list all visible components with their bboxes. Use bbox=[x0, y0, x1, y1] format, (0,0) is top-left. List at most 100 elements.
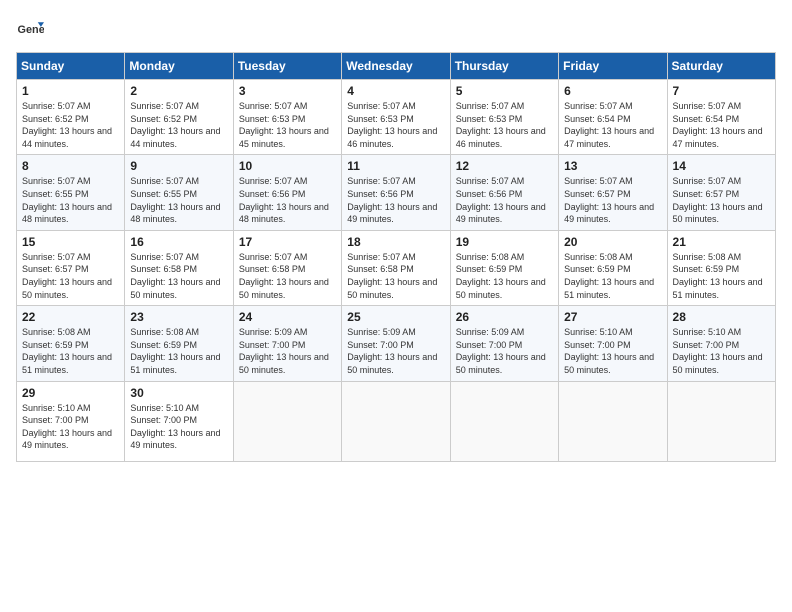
day-number: 28 bbox=[673, 310, 770, 324]
calendar-cell: 5 Sunrise: 5:07 AMSunset: 6:53 PMDayligh… bbox=[450, 80, 558, 155]
day-info: Sunrise: 5:08 AMSunset: 6:59 PMDaylight:… bbox=[456, 252, 546, 300]
logo-icon: General bbox=[16, 16, 44, 44]
day-info: Sunrise: 5:07 AMSunset: 6:53 PMDaylight:… bbox=[456, 101, 546, 149]
day-number: 20 bbox=[564, 235, 661, 249]
day-info: Sunrise: 5:10 AMSunset: 7:00 PMDaylight:… bbox=[130, 403, 220, 451]
day-number: 15 bbox=[22, 235, 119, 249]
calendar-cell: 8 Sunrise: 5:07 AMSunset: 6:55 PMDayligh… bbox=[17, 155, 125, 230]
calendar-cell: 24 Sunrise: 5:09 AMSunset: 7:00 PMDaylig… bbox=[233, 306, 341, 381]
day-info: Sunrise: 5:07 AMSunset: 6:54 PMDaylight:… bbox=[564, 101, 654, 149]
calendar-cell: 26 Sunrise: 5:09 AMSunset: 7:00 PMDaylig… bbox=[450, 306, 558, 381]
calendar-cell: 2 Sunrise: 5:07 AMSunset: 6:52 PMDayligh… bbox=[125, 80, 233, 155]
day-info: Sunrise: 5:07 AMSunset: 6:56 PMDaylight:… bbox=[239, 176, 329, 224]
day-info: Sunrise: 5:07 AMSunset: 6:58 PMDaylight:… bbox=[239, 252, 329, 300]
calendar-cell: 3 Sunrise: 5:07 AMSunset: 6:53 PMDayligh… bbox=[233, 80, 341, 155]
weekday-header-wednesday: Wednesday bbox=[342, 53, 450, 80]
weekday-header-sunday: Sunday bbox=[17, 53, 125, 80]
calendar-cell: 14 Sunrise: 5:07 AMSunset: 6:57 PMDaylig… bbox=[667, 155, 775, 230]
day-info: Sunrise: 5:07 AMSunset: 6:58 PMDaylight:… bbox=[130, 252, 220, 300]
day-number: 23 bbox=[130, 310, 227, 324]
day-number: 19 bbox=[456, 235, 553, 249]
weekday-header-tuesday: Tuesday bbox=[233, 53, 341, 80]
day-number: 26 bbox=[456, 310, 553, 324]
calendar-cell: 28 Sunrise: 5:10 AMSunset: 7:00 PMDaylig… bbox=[667, 306, 775, 381]
calendar-cell bbox=[233, 381, 341, 461]
day-info: Sunrise: 5:07 AMSunset: 6:54 PMDaylight:… bbox=[673, 101, 763, 149]
calendar-cell: 1 Sunrise: 5:07 AMSunset: 6:52 PMDayligh… bbox=[17, 80, 125, 155]
day-number: 4 bbox=[347, 84, 444, 98]
day-number: 18 bbox=[347, 235, 444, 249]
day-info: Sunrise: 5:07 AMSunset: 6:57 PMDaylight:… bbox=[564, 176, 654, 224]
calendar-cell bbox=[342, 381, 450, 461]
calendar-cell: 15 Sunrise: 5:07 AMSunset: 6:57 PMDaylig… bbox=[17, 230, 125, 305]
day-info: Sunrise: 5:08 AMSunset: 6:59 PMDaylight:… bbox=[22, 327, 112, 375]
day-info: Sunrise: 5:08 AMSunset: 6:59 PMDaylight:… bbox=[673, 252, 763, 300]
day-info: Sunrise: 5:07 AMSunset: 6:55 PMDaylight:… bbox=[22, 176, 112, 224]
day-number: 24 bbox=[239, 310, 336, 324]
calendar-cell: 21 Sunrise: 5:08 AMSunset: 6:59 PMDaylig… bbox=[667, 230, 775, 305]
calendar-cell: 19 Sunrise: 5:08 AMSunset: 6:59 PMDaylig… bbox=[450, 230, 558, 305]
calendar-cell: 25 Sunrise: 5:09 AMSunset: 7:00 PMDaylig… bbox=[342, 306, 450, 381]
day-info: Sunrise: 5:09 AMSunset: 7:00 PMDaylight:… bbox=[239, 327, 329, 375]
day-info: Sunrise: 5:07 AMSunset: 6:58 PMDaylight:… bbox=[347, 252, 437, 300]
day-number: 7 bbox=[673, 84, 770, 98]
day-info: Sunrise: 5:07 AMSunset: 6:57 PMDaylight:… bbox=[22, 252, 112, 300]
calendar-cell: 22 Sunrise: 5:08 AMSunset: 6:59 PMDaylig… bbox=[17, 306, 125, 381]
day-info: Sunrise: 5:08 AMSunset: 6:59 PMDaylight:… bbox=[564, 252, 654, 300]
calendar-cell: 4 Sunrise: 5:07 AMSunset: 6:53 PMDayligh… bbox=[342, 80, 450, 155]
calendar-cell: 17 Sunrise: 5:07 AMSunset: 6:58 PMDaylig… bbox=[233, 230, 341, 305]
day-info: Sunrise: 5:07 AMSunset: 6:57 PMDaylight:… bbox=[673, 176, 763, 224]
day-number: 17 bbox=[239, 235, 336, 249]
day-number: 12 bbox=[456, 159, 553, 173]
day-info: Sunrise: 5:07 AMSunset: 6:53 PMDaylight:… bbox=[347, 101, 437, 149]
day-number: 8 bbox=[22, 159, 119, 173]
calendar-cell: 23 Sunrise: 5:08 AMSunset: 6:59 PMDaylig… bbox=[125, 306, 233, 381]
calendar: SundayMondayTuesdayWednesdayThursdayFrid… bbox=[16, 52, 776, 462]
day-number: 14 bbox=[673, 159, 770, 173]
day-info: Sunrise: 5:09 AMSunset: 7:00 PMDaylight:… bbox=[347, 327, 437, 375]
day-info: Sunrise: 5:08 AMSunset: 6:59 PMDaylight:… bbox=[130, 327, 220, 375]
day-info: Sunrise: 5:07 AMSunset: 6:55 PMDaylight:… bbox=[130, 176, 220, 224]
day-number: 30 bbox=[130, 386, 227, 400]
calendar-cell: 27 Sunrise: 5:10 AMSunset: 7:00 PMDaylig… bbox=[559, 306, 667, 381]
day-number: 9 bbox=[130, 159, 227, 173]
day-number: 1 bbox=[22, 84, 119, 98]
calendar-cell: 10 Sunrise: 5:07 AMSunset: 6:56 PMDaylig… bbox=[233, 155, 341, 230]
day-number: 10 bbox=[239, 159, 336, 173]
day-info: Sunrise: 5:10 AMSunset: 7:00 PMDaylight:… bbox=[22, 403, 112, 451]
day-number: 13 bbox=[564, 159, 661, 173]
day-number: 5 bbox=[456, 84, 553, 98]
day-number: 3 bbox=[239, 84, 336, 98]
day-info: Sunrise: 5:07 AMSunset: 6:56 PMDaylight:… bbox=[456, 176, 546, 224]
calendar-cell: 11 Sunrise: 5:07 AMSunset: 6:56 PMDaylig… bbox=[342, 155, 450, 230]
day-info: Sunrise: 5:10 AMSunset: 7:00 PMDaylight:… bbox=[564, 327, 654, 375]
calendar-cell: 6 Sunrise: 5:07 AMSunset: 6:54 PMDayligh… bbox=[559, 80, 667, 155]
day-number: 6 bbox=[564, 84, 661, 98]
day-info: Sunrise: 5:10 AMSunset: 7:00 PMDaylight:… bbox=[673, 327, 763, 375]
day-number: 27 bbox=[564, 310, 661, 324]
calendar-cell: 9 Sunrise: 5:07 AMSunset: 6:55 PMDayligh… bbox=[125, 155, 233, 230]
day-number: 21 bbox=[673, 235, 770, 249]
day-info: Sunrise: 5:07 AMSunset: 6:56 PMDaylight:… bbox=[347, 176, 437, 224]
day-number: 29 bbox=[22, 386, 119, 400]
day-info: Sunrise: 5:07 AMSunset: 6:52 PMDaylight:… bbox=[22, 101, 112, 149]
svg-text:General: General bbox=[18, 24, 44, 36]
calendar-cell: 30 Sunrise: 5:10 AMSunset: 7:00 PMDaylig… bbox=[125, 381, 233, 461]
header: General bbox=[16, 16, 776, 44]
calendar-cell bbox=[450, 381, 558, 461]
day-number: 11 bbox=[347, 159, 444, 173]
weekday-header-monday: Monday bbox=[125, 53, 233, 80]
calendar-cell: 12 Sunrise: 5:07 AMSunset: 6:56 PMDaylig… bbox=[450, 155, 558, 230]
calendar-cell: 20 Sunrise: 5:08 AMSunset: 6:59 PMDaylig… bbox=[559, 230, 667, 305]
calendar-cell: 29 Sunrise: 5:10 AMSunset: 7:00 PMDaylig… bbox=[17, 381, 125, 461]
day-number: 22 bbox=[22, 310, 119, 324]
calendar-cell: 13 Sunrise: 5:07 AMSunset: 6:57 PMDaylig… bbox=[559, 155, 667, 230]
calendar-cell: 16 Sunrise: 5:07 AMSunset: 6:58 PMDaylig… bbox=[125, 230, 233, 305]
calendar-cell: 18 Sunrise: 5:07 AMSunset: 6:58 PMDaylig… bbox=[342, 230, 450, 305]
calendar-cell bbox=[667, 381, 775, 461]
calendar-cell bbox=[559, 381, 667, 461]
day-number: 16 bbox=[130, 235, 227, 249]
day-info: Sunrise: 5:09 AMSunset: 7:00 PMDaylight:… bbox=[456, 327, 546, 375]
logo: General bbox=[16, 16, 48, 44]
weekday-header-thursday: Thursday bbox=[450, 53, 558, 80]
